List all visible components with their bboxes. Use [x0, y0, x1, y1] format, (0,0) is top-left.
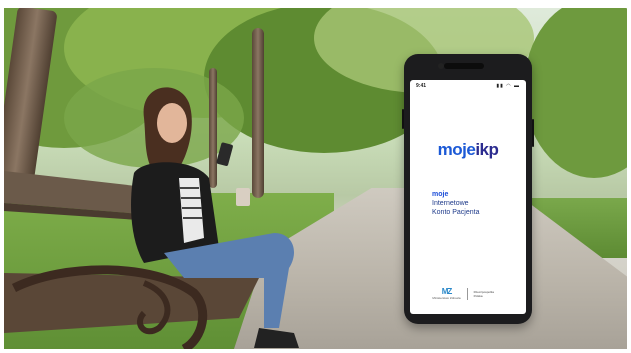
- app-logo: mojeikp: [410, 140, 526, 160]
- app-logo-accent: ikp: [475, 140, 499, 159]
- ministry-text: Ministerstwo Zdrowia: [432, 296, 461, 300]
- tagline-line-3: Konto Pacjenta: [432, 209, 480, 216]
- smartphone-mockup: 9:41 ▮▮ ◠ ▬ mojeikp moje Internetowe Kon…: [402, 54, 534, 324]
- woman-with-phone: [131, 87, 299, 348]
- ministry-logo: MZ Ministerstwo Zdrowia: [432, 287, 460, 300]
- tagline-line-1: moje: [432, 191, 449, 198]
- speaker-grille: [444, 63, 484, 69]
- app-logo-main: moje: [437, 140, 476, 159]
- side-button: [532, 119, 534, 147]
- tagline-line-2: Internetowe: [432, 200, 469, 207]
- hero-image: 9:41 ▮▮ ◠ ▬ mojeikp moje Internetowe Kon…: [4, 8, 627, 349]
- ministry-mark: MZ: [441, 287, 453, 296]
- footer-divider: [466, 287, 468, 300]
- app-tagline: moje Internetowe Konto Pacjenta: [432, 190, 522, 217]
- status-time: 9:41: [416, 83, 427, 89]
- eu-text: Rzeczpospolita Polska: [473, 289, 494, 298]
- sponsor-footer: MZ Ministerstwo Zdrowia Rzeczpospolita P…: [410, 287, 526, 300]
- side-button: [402, 109, 404, 129]
- status-icons: ▮▮ ◠ ▬: [496, 83, 520, 89]
- phone-screen: 9:41 ▮▮ ◠ ▬ mojeikp moje Internetowe Kon…: [410, 80, 526, 314]
